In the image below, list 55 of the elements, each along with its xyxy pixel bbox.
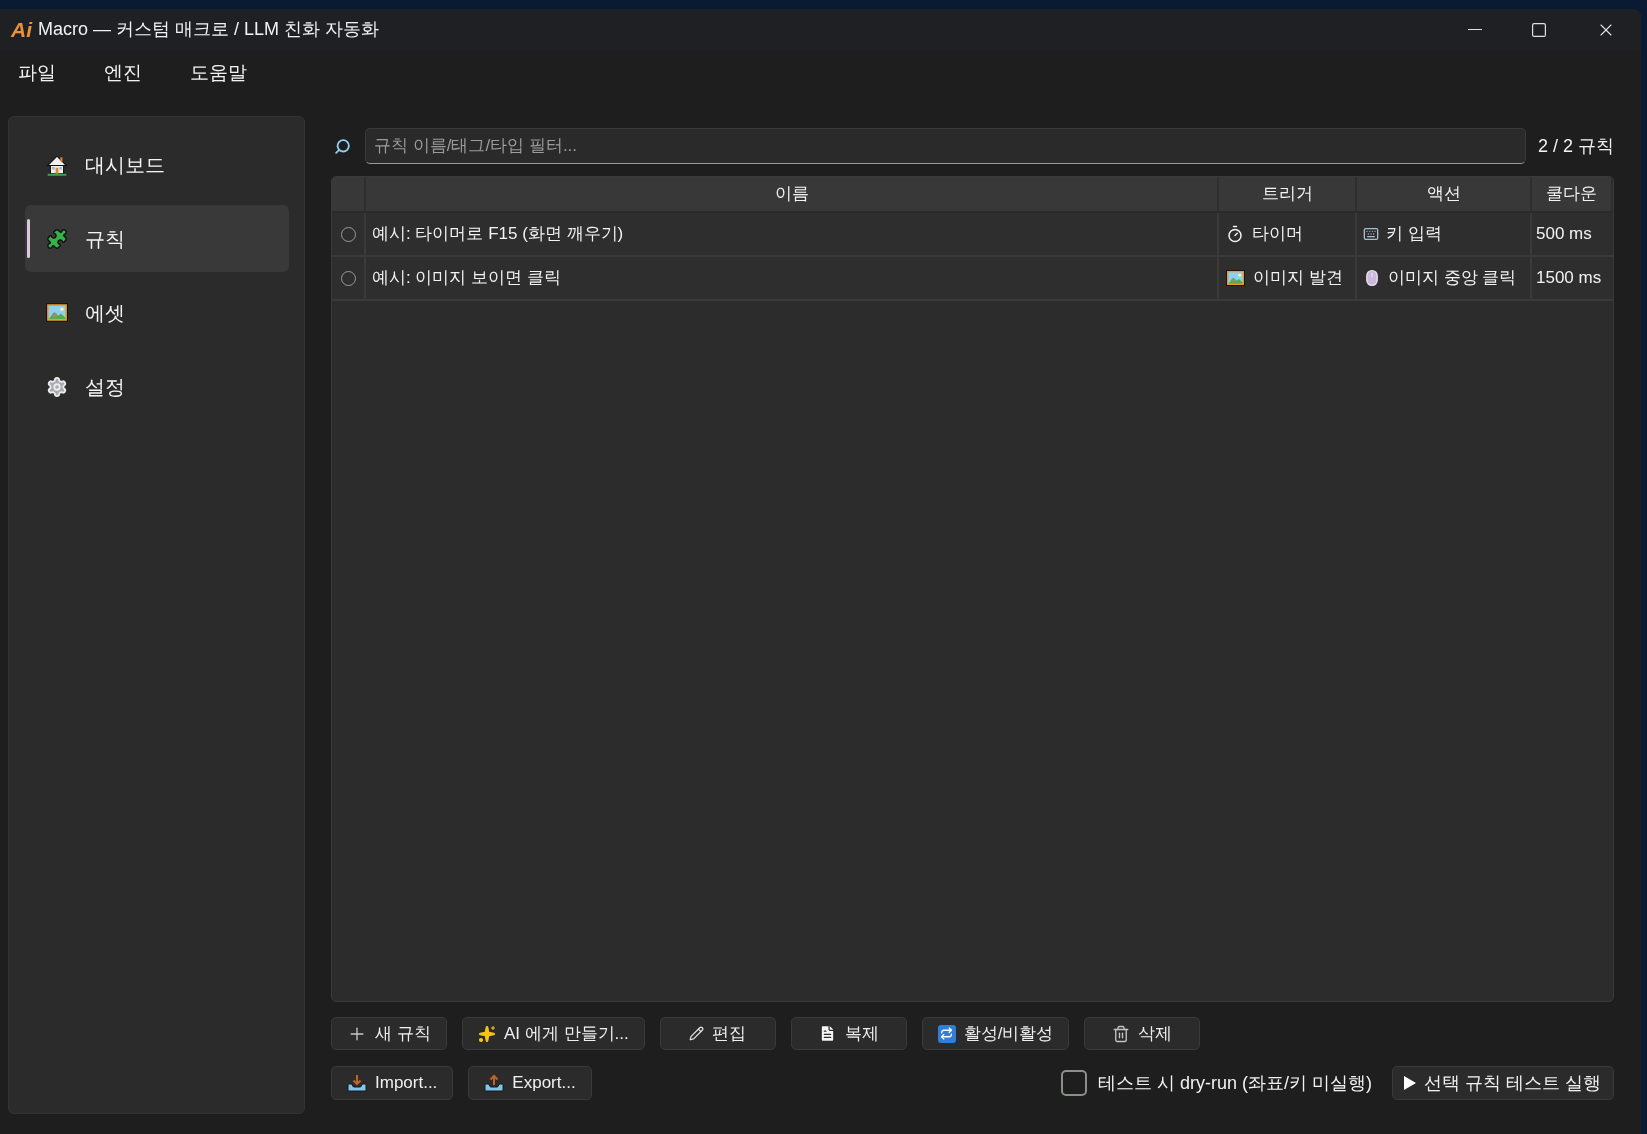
toggle-button[interactable]: 활성/비활성 [921, 1017, 1070, 1050]
delete-button[interactable]: 삭제 [1084, 1017, 1201, 1050]
keyboard-icon [1363, 226, 1379, 242]
sidebar-item[interactable]: 대시보드 [25, 131, 289, 198]
search-icon [334, 137, 351, 155]
pencil-icon [689, 1026, 705, 1041]
import-button[interactable]: Import... [331, 1066, 454, 1100]
sidebar-item[interactable]: 설정 [25, 353, 289, 420]
cooldown-value: 500 ms [1536, 223, 1592, 246]
sparkles-icon [478, 1024, 496, 1043]
puzzle-icon [46, 227, 68, 250]
house-icon [46, 153, 68, 176]
search-field[interactable]: 규칙 이름/태그/타입 필터... [365, 128, 1526, 164]
rule-name: 예시: 이미지 보이면 클릭 [372, 267, 561, 290]
minimize-icon [1468, 29, 1482, 30]
column-header[interactable]: 이름 [774, 181, 809, 207]
mouse-icon [1363, 269, 1381, 287]
column-header[interactable]: 트리거 [1261, 181, 1313, 207]
menu-item[interactable]: 엔진 [98, 58, 148, 88]
download-icon [347, 1074, 367, 1092]
menu-item[interactable]: 파일 [12, 58, 62, 88]
duplicate-button[interactable]: 복제 [790, 1017, 907, 1050]
action-label: 키 입력 [1386, 223, 1442, 246]
export-button[interactable]: Export... [468, 1066, 592, 1100]
window-title: Macro — 커스텀 매크로 / LLM 친화 자동화 [38, 18, 380, 41]
table-row[interactable]: 예시: 이미지 보이면 클릭 이미지 발견 이미지 중앙 클릭 1500 ms [332, 257, 1613, 301]
edit-button[interactable]: 편집 [659, 1017, 776, 1050]
dry-run-label: 테스트 시 dry-run (좌표/키 미실행) [1098, 1071, 1372, 1095]
sidebar-item[interactable]: 규칙 [25, 205, 289, 272]
gear-icon [46, 375, 68, 398]
column-header[interactable]: 쿨다운 [1546, 181, 1597, 207]
run-test-button[interactable]: 선택 규칙 테스트 실행 [1392, 1066, 1614, 1100]
upload-icon [484, 1074, 505, 1092]
repeat-icon [937, 1024, 956, 1043]
picture-icon [46, 303, 68, 322]
cooldown-value: 1500 ms [1536, 267, 1602, 290]
trash-icon [1112, 1024, 1131, 1043]
sidebar-item[interactable]: 에셋 [25, 279, 289, 346]
selection-indicator [27, 219, 30, 258]
play-icon [1404, 1076, 1417, 1090]
trigger-label: 타이머 [1252, 223, 1303, 246]
stopwatch-icon [1226, 225, 1244, 243]
rule-name: 예시: 타이머로 F15 (화면 깨우기) [372, 223, 624, 246]
new-button[interactable]: 새 규칙 [331, 1017, 447, 1050]
trigger-label: 이미지 발견 [1253, 267, 1343, 290]
menu-item[interactable]: 도움말 [184, 58, 253, 88]
action-label: 이미지 중앙 클릭 [1388, 267, 1517, 290]
picture-icon [1226, 270, 1245, 286]
app-logo: Ai [11, 19, 32, 40]
dry-run-checkbox[interactable] [1061, 1070, 1087, 1096]
maximize-icon [1532, 22, 1546, 37]
table-row[interactable]: 예시: 타이머로 F15 (화면 깨우기) 타이머 키 입력 500 ms [332, 213, 1613, 257]
rule-count: 2 / 2 규칙 [1537, 134, 1614, 158]
column-header[interactable]: 액션 [1426, 181, 1461, 207]
ai-button[interactable]: AI 에게 만들기... [462, 1017, 645, 1050]
